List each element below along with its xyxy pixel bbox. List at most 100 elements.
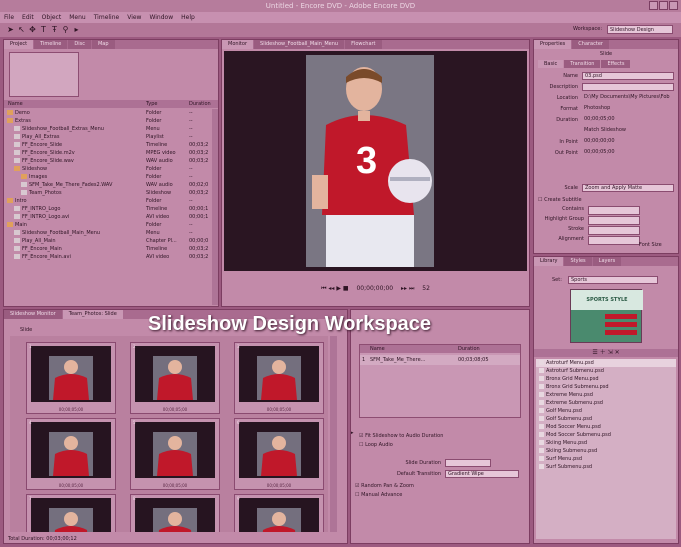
go-to-end-icon[interactable]: ⏭ [409,284,414,294]
audio-option[interactable]: ☐ Loop Audio [359,441,529,450]
column-type[interactable]: Type [146,100,157,108]
place-icon[interactable]: ⇲ [608,349,613,357]
column-duration[interactable]: Duration [189,100,211,108]
direct-select-tool-icon[interactable]: ↖ [17,25,26,34]
go-to-start-icon[interactable]: ⏮ [321,284,326,294]
slide-thumbnail[interactable]: 9 [234,494,324,532]
menu-item[interactable]: View [123,12,145,23]
library-item[interactable]: Golf Submenu.psd [536,415,676,423]
slide-duration-field[interactable] [445,459,491,467]
move-tool-icon[interactable]: ✥ [28,25,37,34]
scale-select[interactable]: Zoom and Apply Matte [582,184,674,192]
pan-zoom-option[interactable]: ☑ Random Pan & Zoom [355,482,525,491]
tab-map[interactable]: Map [91,40,115,49]
slide-thumbnail[interactable]: 4 00;00;05;00 [26,418,116,490]
audio-column-duration[interactable]: Duration [458,345,480,353]
library-item[interactable]: Bronx Grid Menu.psd [536,375,676,383]
new-item-icon[interactable]: ＋ [600,349,606,357]
table-row[interactable]: Slideshow_Football_Extras_Menu Menu -- [4,125,212,133]
slide-thumbnail[interactable]: 1 00;00;05;00 [26,342,116,414]
menu-item[interactable]: Help [177,12,199,23]
tab-monitor[interactable]: Monitor [222,40,254,49]
workspace-select[interactable]: Slideshow Design [607,25,673,34]
zoom-tool-icon[interactable]: ⚲ [61,25,70,34]
menu-item[interactable]: Menu [65,12,89,23]
table-row[interactable]: Slideshow_Football_Main_Menu Menu -- [4,229,212,237]
table-row[interactable]: SFM_Take_Me_There_Fades2.WAV WAV audio 00;… [4,181,212,189]
tab-effects[interactable]: Effects [601,60,631,68]
library-item[interactable]: Mod Soccer Submenu.psd [536,431,676,439]
library-item[interactable]: Surf Menu.psd [536,455,676,463]
slide-thumbnail[interactable]: 8 [130,494,220,532]
table-row[interactable]: Main Folder -- [4,221,212,229]
slide-thumbnail[interactable]: 2 00;00;05;00 [130,342,220,414]
minimize-button[interactable] [649,1,658,10]
subtitle-field-input[interactable] [588,216,640,225]
library-item[interactable]: Extreme Menu.psd [536,391,676,399]
set-select[interactable]: Sports [568,276,658,284]
subtitle-field-input[interactable] [588,226,640,235]
library-item[interactable]: Skiing Menu.psd [536,439,676,447]
library-item[interactable]: Golf Menu.psd [536,407,676,415]
tab-transition[interactable]: Transition [564,60,601,68]
create-subtitle-checkbox[interactable]: ☐ Create Subtitle [538,197,582,203]
menu-item[interactable]: Edit [18,12,38,23]
audio-row[interactable]: 1 SFM_Take_Me_There... 00;03;08;05 [360,355,520,365]
tab-project[interactable]: Project [4,40,34,49]
table-row[interactable]: Play_All_Extras Playlist -- [4,133,212,141]
tab-slideshow-monitor[interactable]: Slideshow Monitor [4,310,62,319]
delete-icon[interactable]: ✕ [615,349,620,357]
table-row[interactable]: FF_Encore_Slide.wav WAV audio 00;03;2 [4,157,212,165]
selection-tool-icon[interactable]: ➤ [6,25,15,34]
table-row[interactable]: FF_Encore_Slide Timeline 00;03;2 [4,141,212,149]
subtitle-field-input[interactable] [588,206,640,215]
table-row[interactable]: FF_Encore_Main.avi AVI video 00;03;2 [4,253,212,261]
menu-item[interactable]: Timeline [90,12,124,23]
project-scrollbar[interactable] [212,109,218,305]
tab-properties[interactable]: Properties [534,40,572,49]
tab-library[interactable]: Library [534,257,564,266]
tab-character[interactable]: Character [572,40,609,49]
library-item[interactable]: Extreme Submenu.psd [536,399,676,407]
tab-disc[interactable]: Disc [68,40,91,49]
table-row[interactable]: Intro Folder -- [4,197,212,205]
pan-zoom-option[interactable]: ☐ Manual Advance [355,491,525,500]
table-row[interactable]: Slideshow Folder -- [4,165,212,173]
audio-option[interactable]: ☑ Fit Slideshow to Audio Duration [359,432,529,441]
menu-item[interactable]: Window [145,12,177,23]
table-row[interactable]: Team_Photos Slideshow 00;03;2 [4,189,212,197]
slide-thumbnail[interactable]: 5 00;00;05;00 [130,418,220,490]
table-row[interactable]: Play_All_Main Chapter Pl... 00;00;0 [4,237,212,245]
table-row[interactable]: FF_Encore_Slide.m2v MPEG video 00;03;2 [4,149,212,157]
list-view-icon[interactable]: ☰ [592,349,597,357]
table-row[interactable]: Extras Folder -- [4,117,212,125]
library-item[interactable]: Astroturf Menu.psd [536,359,676,367]
library-item[interactable]: Skiing Submenu.psd [536,447,676,455]
slide-thumbnail[interactable]: 7 [26,494,116,532]
play-icon[interactable]: ▶ [336,284,341,294]
property-value[interactable]: 03.psd [582,72,674,80]
maximize-button[interactable] [659,1,668,10]
tab-basic[interactable]: Basic [538,60,564,68]
menu-item[interactable]: File [0,12,18,23]
collapse-icon[interactable]: ▸ [351,430,354,436]
table-row[interactable]: FF_INTRO_Logo.avi AVI video 00;00;1 [4,213,212,221]
tab-flowchart[interactable]: Flowchart [345,40,382,49]
zoom-level[interactable]: 52 [422,284,430,294]
library-item[interactable]: Bronx Grid Submenu.psd [536,383,676,391]
stop-icon[interactable]: ■ [343,284,349,294]
menu-item[interactable]: Object [38,12,66,23]
library-item[interactable]: Surf Submenu.psd [536,463,676,471]
table-row[interactable]: Demo Folder -- [4,109,212,117]
vertical-text-tool-icon[interactable]: Ŧ [50,25,59,34]
slide-grid-scrollbar[interactable] [330,336,337,532]
step-forward-icon[interactable]: ▸▸ [401,284,407,294]
tab-layers[interactable]: Layers [592,257,622,266]
tab-timeline[interactable]: Timeline [34,40,68,49]
audio-column-name[interactable]: Name [370,345,385,353]
library-item[interactable]: Mod Soccer Menu.psd [536,423,676,431]
slide-thumbnail[interactable]: 3 00;00;05;00 [234,342,324,414]
text-tool-icon[interactable]: T [39,25,48,34]
table-row[interactable]: FF_INTRO_Logo Timeline 00;00;1 [4,205,212,213]
tab-team-photos-slide[interactable]: Team_Photos: Slide [62,310,123,319]
